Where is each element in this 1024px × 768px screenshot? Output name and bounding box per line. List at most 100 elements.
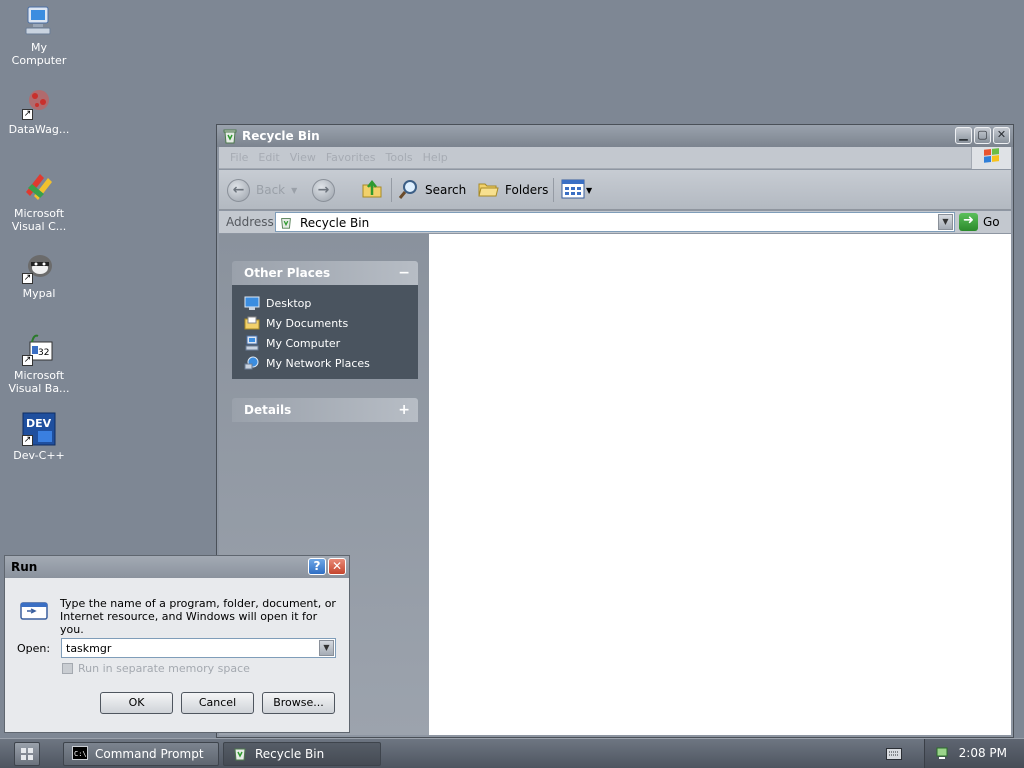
back-label: Back: [256, 183, 286, 197]
other-places-title: Other Places: [244, 266, 331, 280]
folder-content-area[interactable]: [429, 234, 1011, 735]
search-button[interactable]: Search: [397, 178, 466, 202]
desktop-icon-datawag[interactable]: ↗ DataWag...: [1, 86, 77, 136]
views-icon: [561, 179, 585, 202]
minimize-button[interactable]: ▁: [955, 127, 972, 144]
collapse-icon[interactable]: −: [398, 261, 410, 285]
address-dropdown-button[interactable]: ▼: [938, 214, 953, 230]
taskbar: C:\ Command Prompt Recycle Bin 2:08 PM: [0, 738, 1024, 768]
go-arrow-icon: ➜: [959, 213, 978, 231]
desktop-icon-label: Dev-C++: [13, 449, 65, 462]
desktop-icon-visual-basic[interactable]: 32 ↗ Microsoft Visual Ba...: [1, 332, 77, 395]
run-close-button[interactable]: ✕: [328, 558, 346, 575]
maximize-button[interactable]: ▢: [974, 127, 991, 144]
task-label: Command Prompt: [95, 747, 204, 761]
place-link-label: Desktop: [266, 296, 312, 310]
desktop-icon-label: Microsoft Visual C...: [11, 207, 67, 233]
system-tray: 2:08 PM: [924, 739, 1024, 768]
browse-button[interactable]: Browse...: [262, 692, 335, 714]
ok-button[interactable]: OK: [100, 692, 173, 714]
desktop-icon-dev-cpp[interactable]: DEV ↗ Dev-C++: [1, 412, 77, 462]
open-dropdown-button[interactable]: ▼: [319, 640, 334, 656]
address-label: Address: [226, 215, 274, 229]
expand-icon[interactable]: +: [398, 398, 410, 422]
my-documents-icon: [244, 315, 260, 331]
checkbox-box: [62, 663, 73, 674]
search-label: Search: [425, 183, 467, 197]
forward-button[interactable]: →: [312, 178, 335, 202]
window-title: Recycle Bin: [242, 129, 320, 143]
place-link-label: My Network Places: [266, 356, 370, 370]
menu-tools[interactable]: Tools: [381, 147, 418, 169]
toolbar-separator: [391, 178, 392, 202]
safely-remove-hardware-icon[interactable]: [934, 745, 950, 764]
place-link-label: My Documents: [266, 316, 349, 330]
up-folder-button[interactable]: [361, 178, 383, 202]
search-icon: [397, 178, 419, 203]
forward-arrow-icon: →: [312, 178, 335, 202]
keyboard-icon[interactable]: [886, 748, 902, 763]
run-titlebar[interactable]: Run ? ✕: [5, 556, 349, 578]
run-dialog: Run ? ✕ Type the name of a program, fold…: [4, 555, 350, 733]
datawag-icon: ↗: [22, 86, 56, 120]
visual-basic-icon: 32 ↗: [22, 332, 56, 366]
close-icon: ✕: [331, 559, 343, 573]
place-link-my-documents[interactable]: My Documents: [244, 313, 418, 333]
start-grid-icon: [15, 748, 39, 768]
desktop-icon-my-computer[interactable]: My Computer: [1, 4, 77, 67]
menu-edit[interactable]: Edit: [253, 147, 284, 169]
network-places-icon: [244, 355, 260, 371]
place-link-my-computer[interactable]: My Computer: [244, 333, 418, 353]
start-button[interactable]: [14, 742, 40, 766]
desktop-icon-mypal[interactable]: ↗ Mypal: [1, 250, 77, 300]
mypal-icon: ↗: [22, 250, 56, 284]
details-header[interactable]: Details +: [232, 398, 418, 422]
close-icon: ✕: [996, 128, 1007, 141]
maximize-icon: ▢: [977, 128, 988, 141]
shortcut-arrow-icon: ↗: [22, 273, 33, 284]
place-link-my-network-places[interactable]: My Network Places: [244, 353, 418, 373]
checkbox-label: Run in separate memory space: [78, 662, 250, 675]
go-label: Go: [983, 215, 1000, 229]
desktop-icon-label: DataWag...: [8, 123, 70, 136]
place-link-desktop[interactable]: Desktop: [244, 293, 418, 313]
open-combobox[interactable]: taskmgr ▼: [61, 638, 336, 658]
views-button[interactable]: ▼: [561, 178, 592, 202]
cancel-button[interactable]: Cancel: [181, 692, 254, 714]
minimize-icon: ▁: [959, 128, 968, 141]
folders-icon: [477, 178, 499, 203]
run-title: Run: [11, 560, 38, 574]
menu-favorites[interactable]: Favorites: [321, 147, 381, 169]
task-button-recycle-bin[interactable]: Recycle Bin: [223, 742, 381, 766]
svg-text:DEV: DEV: [26, 417, 52, 430]
chevron-down-icon: ▼: [942, 217, 949, 226]
go-button[interactable]: ➜ Go: [959, 212, 1000, 232]
windows-logo-icon: [971, 147, 1011, 169]
run-program-icon: [19, 599, 51, 623]
address-input[interactable]: Recycle Bin ▼: [275, 212, 955, 232]
help-button[interactable]: ?: [308, 558, 326, 575]
open-label: Open:: [17, 642, 51, 655]
dropdown-arrow-icon: ▼: [291, 185, 298, 195]
other-places-panel: Other Places − Desktop My Documents My C…: [232, 261, 418, 379]
separate-memory-checkbox[interactable]: Run in separate memory space: [62, 662, 250, 675]
menu-view[interactable]: View: [285, 147, 321, 169]
menu-help[interactable]: Help: [418, 147, 453, 169]
explorer-titlebar[interactable]: Recycle Bin ▁ ▢ ✕: [217, 125, 1013, 147]
address-value: Recycle Bin: [300, 216, 370, 230]
other-places-header[interactable]: Other Places −: [232, 261, 418, 285]
close-button[interactable]: ✕: [993, 127, 1010, 144]
recycle-bin-icon: [232, 745, 248, 764]
desktop-icon-label: Microsoft Visual Ba...: [8, 369, 70, 395]
desktop-icon-visual-c[interactable]: Microsoft Visual C...: [1, 170, 77, 233]
menu-file[interactable]: File: [225, 147, 253, 169]
desktop-icon-label: Mypal: [22, 287, 56, 300]
folders-button[interactable]: Folders: [477, 178, 548, 202]
clock[interactable]: 2:08 PM: [959, 746, 1007, 760]
chevron-down-icon: ▼: [323, 643, 330, 652]
task-button-command-prompt[interactable]: C:\ Command Prompt: [63, 742, 219, 766]
back-button[interactable]: ← Back ▼: [227, 178, 297, 202]
details-panel: Details +: [232, 398, 418, 422]
place-link-label: My Computer: [266, 336, 341, 350]
shortcut-arrow-icon: ↗: [22, 435, 33, 446]
